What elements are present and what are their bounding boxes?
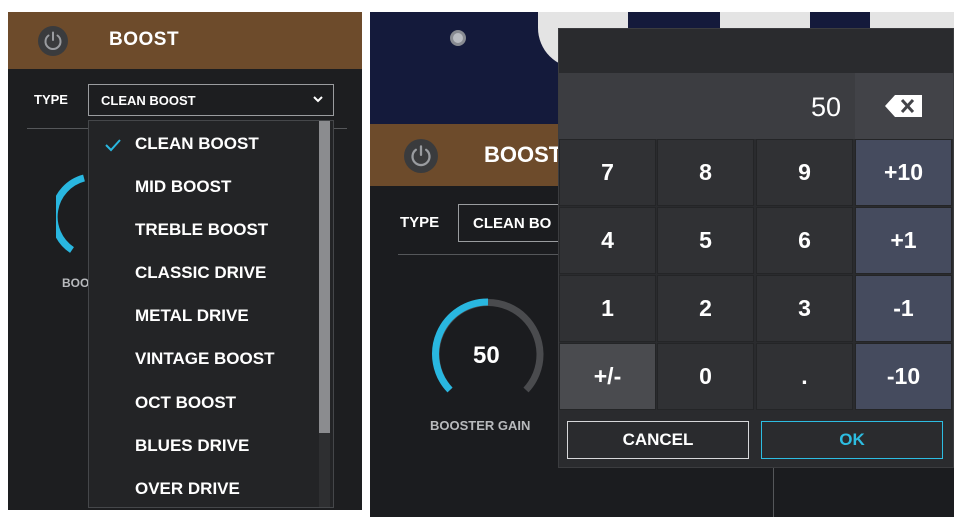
menu-item-vintage-boost[interactable]: VINTAGE BOOST xyxy=(135,349,274,369)
type-dropdown-value: CLEAN BOOST xyxy=(101,93,196,108)
chevron-down-icon xyxy=(313,96,323,103)
keypad-display-value: 50 xyxy=(810,92,841,122)
power-button[interactable] xyxy=(404,139,438,173)
key-5[interactable]: 5 xyxy=(657,207,754,274)
panel-title: BOOST xyxy=(484,142,563,167)
key-1[interactable]: 1 xyxy=(559,275,656,342)
menu-item-metal-drive[interactable]: METAL DRIVE xyxy=(135,306,249,326)
led-indicator xyxy=(450,30,466,46)
menu-scrollbar-thumb[interactable] xyxy=(319,121,330,433)
key-minus-1[interactable]: -1 xyxy=(855,275,952,342)
keypad-title-bar xyxy=(559,29,953,73)
key-3[interactable]: 3 xyxy=(756,275,853,342)
key-plus-10[interactable]: +10 xyxy=(855,139,952,206)
key-sign-toggle[interactable]: +/- xyxy=(559,343,656,410)
boost-panel-left: BOOST TYPE CLEAN BOOST BOO CLEAN BOOST M… xyxy=(8,12,362,510)
power-button[interactable] xyxy=(38,26,68,56)
key-8[interactable]: 8 xyxy=(657,139,754,206)
knob-value: 50 xyxy=(473,342,500,369)
key-9[interactable]: 9 xyxy=(756,139,853,206)
key-2[interactable]: 2 xyxy=(657,275,754,342)
knob-label-partial: BOO xyxy=(62,276,90,290)
numeric-keypad-dialog: 50 7 8 9 +10 4 5 6 +1 1 2 3 -1 +/- 0 . -… xyxy=(558,28,954,468)
type-dropdown[interactable]: CLEAN BOOST xyxy=(88,84,334,116)
boost-header: BOOST xyxy=(8,12,362,69)
checkmark-icon xyxy=(105,139,121,152)
menu-item-clean-boost[interactable]: CLEAN BOOST xyxy=(135,134,259,154)
knob-label: BOOSTER GAIN xyxy=(430,418,531,433)
key-minus-10[interactable]: -10 xyxy=(855,343,952,410)
cancel-button[interactable]: CANCEL xyxy=(567,421,749,459)
divider xyxy=(773,468,774,517)
backspace-icon xyxy=(885,95,922,117)
key-plus-1[interactable]: +1 xyxy=(855,207,952,274)
key-4[interactable]: 4 xyxy=(559,207,656,274)
boost-panel-right: BOOST TYPE CLEAN BO 50 BOOSTER GAIN 50 7… xyxy=(370,12,954,517)
menu-item-mid-boost[interactable]: MID BOOST xyxy=(135,177,231,197)
power-icon xyxy=(44,31,62,50)
type-dropdown-menu: CLEAN BOOST MID BOOST TREBLE BOOST CLASS… xyxy=(88,120,334,508)
key-0[interactable]: 0 xyxy=(657,343,754,410)
menu-item-oct-boost[interactable]: OCT BOOST xyxy=(135,393,236,413)
type-dropdown-value: CLEAN BO xyxy=(473,215,552,232)
power-icon xyxy=(411,145,431,167)
key-7[interactable]: 7 xyxy=(559,139,656,206)
menu-item-blues-drive[interactable]: BLUES DRIVE xyxy=(135,436,249,456)
panel-title: BOOST xyxy=(109,29,180,50)
type-label: TYPE xyxy=(34,92,68,107)
key-decimal[interactable]: . xyxy=(756,343,853,410)
menu-item-over-drive[interactable]: OVER DRIVE xyxy=(135,479,240,499)
menu-item-classic-drive[interactable]: CLASSIC DRIVE xyxy=(135,263,266,283)
backspace-button[interactable] xyxy=(855,73,953,139)
key-6[interactable]: 6 xyxy=(756,207,853,274)
type-label: TYPE xyxy=(400,214,440,231)
menu-item-treble-boost[interactable]: TREBLE BOOST xyxy=(135,220,268,240)
ok-button[interactable]: OK xyxy=(761,421,943,459)
keypad-display: 50 xyxy=(559,73,855,139)
